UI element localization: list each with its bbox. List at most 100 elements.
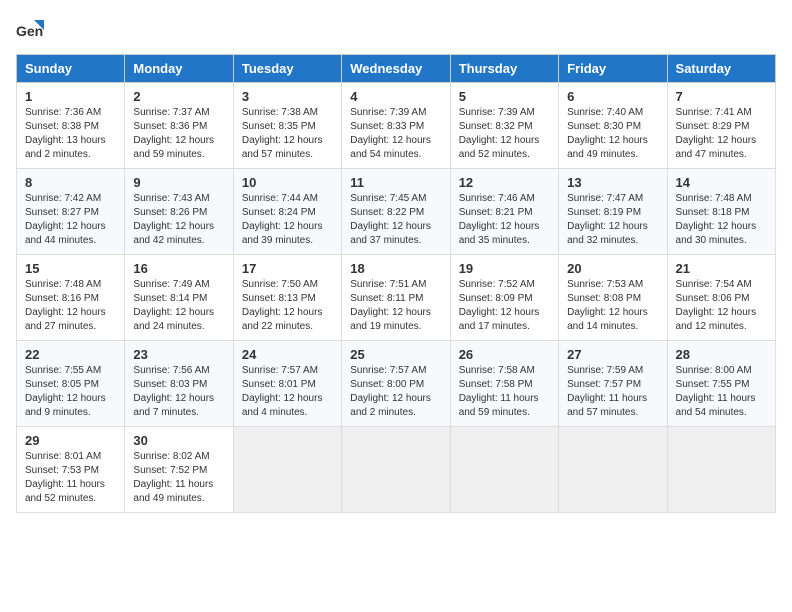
day-number: 12 [459, 175, 550, 190]
calendar-cell: 14Sunrise: 7:48 AMSunset: 8:18 PMDayligh… [667, 169, 775, 255]
day-info: Sunrise: 7:38 AMSunset: 8:35 PMDaylight:… [242, 106, 333, 162]
day-info: Sunrise: 7:57 AMSunset: 8:01 PMDaylight:… [242, 364, 333, 420]
day-number: 24 [242, 347, 333, 362]
calendar-cell: 10 Sunrise: 7:44 AMSunset: 8:24 PMDayligh… [233, 169, 341, 255]
calendar-cell: 12 Sunrise: 7:46 AMSunset: 8:21 PMDayligh… [450, 169, 558, 255]
day-info: Sunrise: 7:54 AMSunset: 8:06 PMDaylight:… [676, 278, 767, 334]
day-info: Sunrise: 8:01 AMSunset: 7:53 PMDaylight:… [25, 450, 116, 506]
day-info: Sunrise: 7:37 AMSunset: 8:36 PMDaylight:… [133, 106, 224, 162]
calendar-cell: 6Sunrise: 7:40 AMSunset: 8:30 PMDaylight… [559, 83, 667, 169]
calendar-header-row: SundayMondayTuesdayWednesdayThursdayFrid… [17, 55, 776, 83]
day-number: 4 [350, 89, 441, 104]
day-number: 23 [133, 347, 224, 362]
calendar-week-row: 1 Sunrise: 7:36 AMSunset: 8:38 PMDaylight… [17, 83, 776, 169]
day-number: 16 [133, 261, 224, 276]
calendar-cell: 16 Sunrise: 7:49 AMSunset: 8:14 PMDayligh… [125, 255, 233, 341]
day-info: Sunrise: 7:57 AMSunset: 8:00 PMDaylight:… [350, 364, 441, 420]
calendar-cell: 20 Sunrise: 7:53 AMSunset: 8:08 PMDayligh… [559, 255, 667, 341]
day-number: 9 [133, 175, 224, 190]
calendar-cell: 27 Sunrise: 7:59 AMSunset: 7:57 PMDayligh… [559, 341, 667, 427]
day-number: 6 [567, 89, 658, 104]
calendar-cell: 1 Sunrise: 7:36 AMSunset: 8:38 PMDaylight… [17, 83, 125, 169]
calendar-cell: 25 Sunrise: 7:57 AMSunset: 8:00 PMDayligh… [342, 341, 450, 427]
day-info: Sunrise: 7:42 AMSunset: 8:27 PMDaylight:… [25, 192, 116, 248]
calendar-cell [667, 427, 775, 513]
day-number: 7 [676, 89, 767, 104]
column-header-tuesday: Tuesday [233, 55, 341, 83]
day-number: 11 [350, 175, 441, 190]
day-number: 18 [350, 261, 441, 276]
day-number: 30 [133, 433, 224, 448]
day-info: Sunrise: 7:49 AMSunset: 8:14 PMDaylight:… [133, 278, 224, 334]
calendar-cell: 30 Sunrise: 8:02 AMSunset: 7:52 PMDayligh… [125, 427, 233, 513]
day-info: Sunrise: 7:41 AMSunset: 8:29 PMDaylight:… [676, 106, 767, 162]
logo-icon: Gen [16, 16, 44, 44]
calendar-cell: 7 Sunrise: 7:41 AMSunset: 8:29 PMDaylight… [667, 83, 775, 169]
column-header-wednesday: Wednesday [342, 55, 450, 83]
day-info: Sunrise: 8:02 AMSunset: 7:52 PMDaylight:… [133, 450, 224, 506]
calendar-cell: 19Sunrise: 7:52 AMSunset: 8:09 PMDayligh… [450, 255, 558, 341]
calendar-cell: 18 Sunrise: 7:51 AMSunset: 8:11 PMDayligh… [342, 255, 450, 341]
day-number: 1 [25, 89, 116, 104]
calendar-week-row: 29Sunrise: 8:01 AMSunset: 7:53 PMDayligh… [17, 427, 776, 513]
day-info: Sunrise: 7:50 AMSunset: 8:13 PMDaylight:… [242, 278, 333, 334]
day-number: 5 [459, 89, 550, 104]
svg-text:Gen: Gen [16, 23, 43, 39]
day-info: Sunrise: 7:47 AMSunset: 8:19 PMDaylight:… [567, 192, 658, 248]
day-number: 17 [242, 261, 333, 276]
day-number: 14 [676, 175, 767, 190]
calendar-cell [233, 427, 341, 513]
calendar-week-row: 8 Sunrise: 7:42 AMSunset: 8:27 PMDaylight… [17, 169, 776, 255]
day-number: 8 [25, 175, 116, 190]
calendar-cell: 17 Sunrise: 7:50 AMSunset: 8:13 PMDayligh… [233, 255, 341, 341]
day-number: 3 [242, 89, 333, 104]
calendar-cell: 21 Sunrise: 7:54 AMSunset: 8:06 PMDayligh… [667, 255, 775, 341]
day-number: 21 [676, 261, 767, 276]
day-info: Sunrise: 7:39 AMSunset: 8:32 PMDaylight:… [459, 106, 550, 162]
day-number: 13 [567, 175, 658, 190]
day-number: 15 [25, 261, 116, 276]
calendar-cell: 2Sunrise: 7:37 AMSunset: 8:36 PMDaylight… [125, 83, 233, 169]
day-info: Sunrise: 7:58 AMSunset: 7:58 PMDaylight:… [459, 364, 550, 420]
calendar-cell: 29Sunrise: 8:01 AMSunset: 7:53 PMDayligh… [17, 427, 125, 513]
calendar-week-row: 15 Sunrise: 7:48 AMSunset: 8:16 PMDayligh… [17, 255, 776, 341]
calendar-cell: 26Sunrise: 7:58 AMSunset: 7:58 PMDayligh… [450, 341, 558, 427]
calendar-cell: 15 Sunrise: 7:48 AMSunset: 8:16 PMDayligh… [17, 255, 125, 341]
day-info: Sunrise: 7:36 AMSunset: 8:38 PMDaylight:… [25, 106, 116, 162]
day-info: Sunrise: 7:52 AMSunset: 8:09 PMDaylight:… [459, 278, 550, 334]
day-info: Sunrise: 7:39 AMSunset: 8:33 PMDaylight:… [350, 106, 441, 162]
day-info: Sunrise: 7:44 AMSunset: 8:24 PMDaylight:… [242, 192, 333, 248]
calendar-cell: 9 Sunrise: 7:43 AMSunset: 8:26 PMDaylight… [125, 169, 233, 255]
day-number: 20 [567, 261, 658, 276]
calendar-cell: 5 Sunrise: 7:39 AMSunset: 8:32 PMDaylight… [450, 83, 558, 169]
day-info: Sunrise: 7:48 AMSunset: 8:16 PMDaylight:… [25, 278, 116, 334]
day-number: 10 [242, 175, 333, 190]
day-info: Sunrise: 7:53 AMSunset: 8:08 PMDaylight:… [567, 278, 658, 334]
logo: Gen [16, 16, 48, 44]
calendar-cell: 11 Sunrise: 7:45 AMSunset: 8:22 PMDayligh… [342, 169, 450, 255]
day-info: Sunrise: 8:00 AMSunset: 7:55 PMDaylight:… [676, 364, 767, 420]
day-info: Sunrise: 7:56 AMSunset: 8:03 PMDaylight:… [133, 364, 224, 420]
day-number: 22 [25, 347, 116, 362]
calendar-cell: 22Sunrise: 7:55 AMSunset: 8:05 PMDayligh… [17, 341, 125, 427]
calendar-week-row: 22Sunrise: 7:55 AMSunset: 8:05 PMDayligh… [17, 341, 776, 427]
column-header-friday: Friday [559, 55, 667, 83]
page-header: Gen [16, 16, 776, 44]
day-info: Sunrise: 7:59 AMSunset: 7:57 PMDaylight:… [567, 364, 658, 420]
calendar-cell: 3 Sunrise: 7:38 AMSunset: 8:35 PMDaylight… [233, 83, 341, 169]
column-header-sunday: Sunday [17, 55, 125, 83]
day-info: Sunrise: 7:46 AMSunset: 8:21 PMDaylight:… [459, 192, 550, 248]
day-info: Sunrise: 7:45 AMSunset: 8:22 PMDaylight:… [350, 192, 441, 248]
calendar-table: SundayMondayTuesdayWednesdayThursdayFrid… [16, 54, 776, 513]
column-header-saturday: Saturday [667, 55, 775, 83]
calendar-cell [559, 427, 667, 513]
calendar-cell: 23 Sunrise: 7:56 AMSunset: 8:03 PMDayligh… [125, 341, 233, 427]
day-number: 25 [350, 347, 441, 362]
column-header-thursday: Thursday [450, 55, 558, 83]
calendar-cell [342, 427, 450, 513]
day-number: 27 [567, 347, 658, 362]
day-info: Sunrise: 7:43 AMSunset: 8:26 PMDaylight:… [133, 192, 224, 248]
column-header-monday: Monday [125, 55, 233, 83]
day-info: Sunrise: 7:51 AMSunset: 8:11 PMDaylight:… [350, 278, 441, 334]
calendar-cell: 28Sunrise: 8:00 AMSunset: 7:55 PMDayligh… [667, 341, 775, 427]
